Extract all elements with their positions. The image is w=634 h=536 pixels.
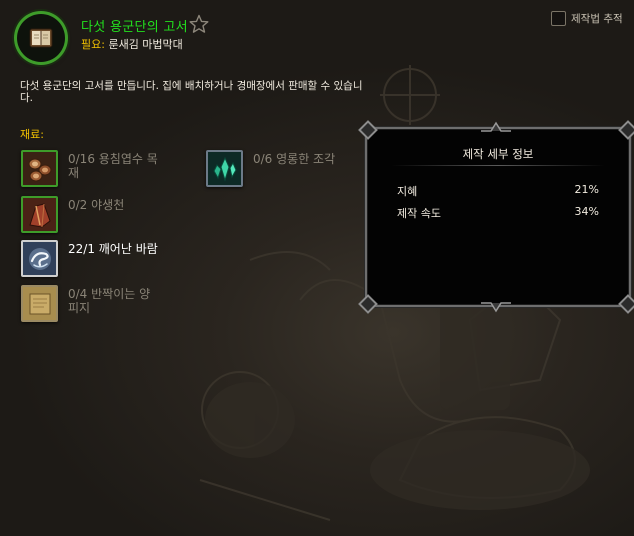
recipe-icon[interactable] <box>17 14 65 62</box>
stat-row: 지혜 21% <box>397 183 599 199</box>
recipe-description: 다섯 용군단의 고서를 만듭니다. 집에 배치하거나 경매장에서 판매할 수 있… <box>20 80 363 104</box>
reagent-label: 0/2 야생천 <box>68 198 125 212</box>
materials-label: 재료: <box>20 128 44 141</box>
reagent-slot[interactable]: 0/2 야생천 <box>21 196 158 233</box>
panel-crest-icon <box>481 302 511 313</box>
crafting-details-panel: 제작 세부 정보 지혜 21% 제작 속도 34% <box>358 120 634 314</box>
stat-label: 제작 속도 <box>397 207 441 220</box>
reagent-label: 0/6 영롱한 조각 <box>253 152 336 166</box>
logs-icon <box>21 150 58 187</box>
stat-label: 지혜 <box>397 185 418 198</box>
cloth-icon <box>21 196 58 233</box>
reagent-slot[interactable]: 22/1 깨어난 바람 <box>21 240 158 277</box>
track-recipe-toggle[interactable]: 제작법 추적 <box>551 11 623 26</box>
reagent-slot[interactable]: 0/6 영롱한 조각 <box>206 150 363 187</box>
details-divider <box>391 165 605 166</box>
track-recipe-checkbox[interactable] <box>551 11 566 26</box>
requirement-value: 룬새김 마법막대 <box>108 38 183 51</box>
requirement-line: 필요: 룬새김 마법막대 <box>81 36 183 52</box>
stat-row: 제작 속도 34% <box>397 205 599 221</box>
track-recipe-label: 제작법 추적 <box>571 13 623 25</box>
stat-value: 21% <box>574 183 599 196</box>
recipe-title: 다섯 용군단의 고서 <box>81 20 188 35</box>
wind-icon <box>21 240 58 277</box>
reagent-label: 0/16 용침엽수 목재 <box>68 152 158 180</box>
panel-crest-icon <box>481 121 511 132</box>
reagent-slot[interactable]: 0/4 반짝이는 양피지 <box>21 285 158 322</box>
star-outline-icon[interactable] <box>189 14 209 34</box>
stat-value: 34% <box>574 205 599 218</box>
parchment-icon <box>21 285 58 322</box>
reagent-label: 22/1 깨어난 바람 <box>68 242 158 256</box>
details-title: 제작 세부 정보 <box>462 147 534 161</box>
reagent-label: 0/4 반짝이는 양피지 <box>68 287 151 315</box>
crystal-shard-icon <box>206 150 243 187</box>
requirement-label: 필요: <box>81 38 105 51</box>
book-icon <box>29 28 53 48</box>
reagent-slot[interactable]: 0/16 용침엽수 목재 <box>21 150 158 187</box>
